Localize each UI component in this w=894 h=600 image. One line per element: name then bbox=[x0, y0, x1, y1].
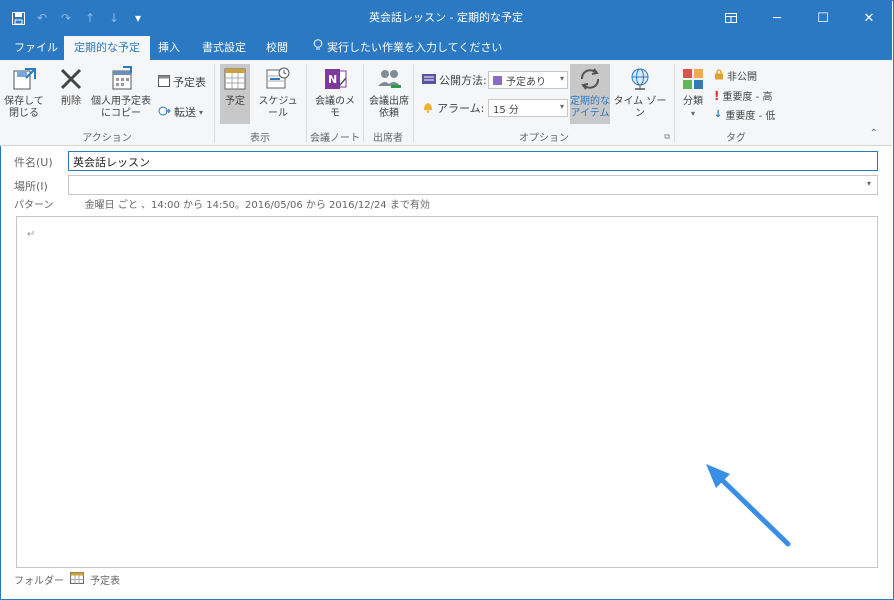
folder-label: フォルダー bbox=[14, 576, 64, 587]
calendar-folder-icon bbox=[70, 572, 84, 587]
folder-footer: フォルダー 予定表 bbox=[14, 572, 120, 587]
folder-value: 予定表 bbox=[90, 576, 120, 587]
annotation-arrow bbox=[706, 464, 791, 547]
